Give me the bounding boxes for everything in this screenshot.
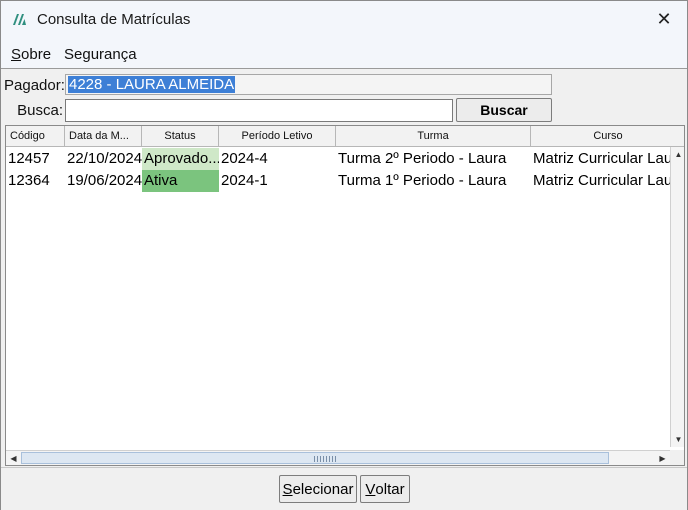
cell-periodo: 2024-4 [221, 150, 268, 167]
buscar-button[interactable]: Buscar [456, 98, 552, 122]
pagador-label: Pagador: [4, 77, 65, 94]
pagador-field[interactable]: 4228 - LAURA ALMEIDA [65, 74, 552, 95]
col-header-codigo[interactable]: Código [6, 126, 65, 147]
menu-bar: Sobre Segurança [1, 38, 687, 69]
scroll-right-icon[interactable]: ▶ [655, 451, 670, 465]
cell-periodo: 2024-1 [221, 172, 268, 189]
grip-icon [314, 456, 338, 462]
cell-codigo: 12457 [8, 150, 50, 167]
cell-status: Aprovado... [142, 148, 219, 170]
dialog-window: Consulta de Matrículas ✕ Sobre Segurança… [0, 0, 688, 510]
table-row[interactable]: 12364 19/06/2024 Ativa 2024-1 Turma 1º P… [6, 170, 684, 192]
cell-curso: Matriz Curricular Laur [533, 150, 670, 167]
cell-data: 19/06/2024 [67, 172, 142, 189]
app-logo-icon [13, 14, 26, 25]
menu-sobre[interactable]: Sobre [11, 46, 51, 63]
footer-bar: Selecionar Voltar [1, 467, 687, 510]
selecionar-button[interactable]: Selecionar [279, 475, 357, 503]
cell-turma: Turma 2º Periodo - Laura [338, 150, 507, 167]
cell-curso: Matriz Curricular Laur [533, 172, 670, 189]
horizontal-scrollbar[interactable]: ◀ ▶ [6, 450, 670, 465]
close-button[interactable]: ✕ [641, 1, 687, 38]
horizontal-scroll-thumb[interactable] [21, 452, 609, 464]
col-header-curso[interactable]: Curso [531, 126, 684, 147]
scroll-corner [670, 450, 684, 465]
scroll-down-icon[interactable]: ▼ [671, 432, 684, 447]
cell-codigo: 12364 [8, 172, 50, 189]
cell-turma: Turma 1º Periodo - Laura [338, 172, 507, 189]
col-header-data[interactable]: Data da M... [65, 126, 142, 147]
title-bar: Consulta de Matrículas ✕ [1, 1, 687, 38]
cell-data: 22/10/2024 [67, 150, 142, 167]
col-header-periodo[interactable]: Período Letivo [219, 126, 336, 147]
col-header-turma[interactable]: Turma [336, 126, 531, 147]
search-input[interactable] [65, 99, 453, 122]
menu-seguranca[interactable]: Segurança [64, 46, 137, 63]
vertical-scrollbar[interactable]: ▲ ▼ [670, 147, 684, 447]
matriculas-table: Código Data da M... Status Período Letiv… [5, 125, 685, 466]
table-row[interactable]: 12457 22/10/2024 Aprovado... 2024-4 Turm… [6, 148, 684, 170]
scroll-up-icon[interactable]: ▲ [671, 147, 684, 162]
voltar-button[interactable]: Voltar [360, 475, 410, 503]
cell-status: Ativa [142, 170, 219, 192]
col-header-status[interactable]: Status [142, 126, 219, 147]
pagador-value: 4228 - LAURA ALMEIDA [68, 76, 236, 93]
scroll-left-icon[interactable]: ◀ [6, 451, 21, 465]
window-title: Consulta de Matrículas [37, 11, 191, 28]
close-icon: ✕ [656, 9, 672, 29]
busca-label: Busca: [17, 102, 63, 119]
table-header: Código Data da M... Status Período Letiv… [6, 126, 684, 147]
